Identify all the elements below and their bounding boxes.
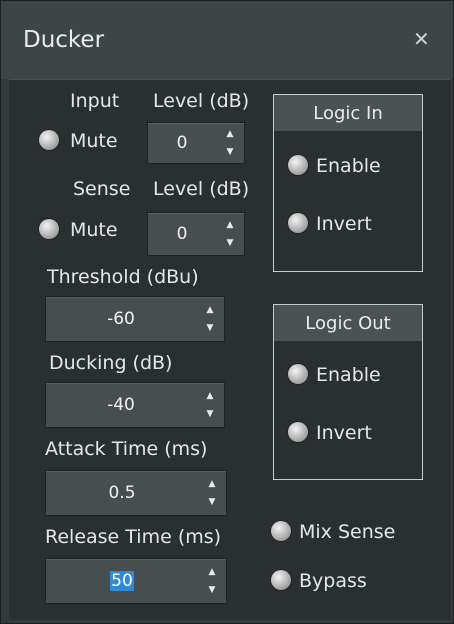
release-time-spinbox[interactable]: 50 ▲ ▼	[45, 558, 227, 604]
spin-arrows: ▲ ▼	[202, 297, 218, 341]
decrement-arrow-icon[interactable]: ▼	[204, 495, 220, 509]
release-time-selected-text[interactable]: 50	[110, 571, 134, 591]
sense-mute-led[interactable]	[39, 219, 59, 239]
logic-out-enable-label: Enable	[316, 364, 381, 386]
logic-out-invert-label: Invert	[316, 422, 372, 444]
input-level-spinbox[interactable]: 0 ▲ ▼	[147, 122, 245, 164]
logic-in-enable-label: Enable	[316, 155, 381, 177]
logic-out-enable-led[interactable]	[288, 364, 308, 384]
title-bar[interactable]: Ducker ✕	[1, 1, 453, 79]
increment-arrow-icon[interactable]: ▲	[222, 218, 238, 232]
release-time-value[interactable]: 50	[46, 559, 198, 603]
input-heading: Input	[70, 90, 120, 112]
threshold-value[interactable]: -60	[46, 297, 196, 341]
ducking-label: Ducking (dB)	[49, 352, 173, 374]
logic-in-group: Logic In Enable Invert	[273, 94, 423, 272]
sense-level-label: Level (dB)	[153, 178, 250, 200]
bypass-label: Bypass	[299, 570, 367, 592]
increment-arrow-icon[interactable]: ▲	[202, 389, 218, 403]
attack-time-spinbox[interactable]: 0.5 ▲ ▼	[45, 470, 227, 516]
input-level-value[interactable]: 0	[148, 123, 216, 163]
attack-time-label: Attack Time (ms)	[45, 438, 208, 460]
attack-time-value[interactable]: 0.5	[46, 471, 198, 515]
logic-in-invert-led[interactable]	[288, 213, 308, 233]
logic-out-invert-led[interactable]	[288, 422, 308, 442]
bypass-led[interactable]	[271, 570, 291, 590]
input-level-label: Level (dB)	[153, 90, 250, 112]
decrement-arrow-icon[interactable]: ▼	[222, 236, 238, 250]
increment-arrow-icon[interactable]: ▲	[204, 565, 220, 579]
logic-in-invert-label: Invert	[316, 213, 372, 235]
logic-out-group: Logic Out Enable Invert	[273, 304, 423, 480]
increment-arrow-icon[interactable]: ▲	[204, 477, 220, 491]
mix-sense-label: Mix Sense	[299, 521, 396, 543]
sense-heading: Sense	[73, 178, 131, 200]
increment-arrow-icon[interactable]: ▲	[222, 127, 238, 141]
increment-arrow-icon[interactable]: ▲	[202, 303, 218, 317]
decrement-arrow-icon[interactable]: ▼	[202, 321, 218, 335]
logic-out-title: Logic Out	[274, 305, 422, 341]
ducking-spinbox[interactable]: -40 ▲ ▼	[45, 382, 225, 428]
threshold-spinbox[interactable]: -60 ▲ ▼	[45, 296, 225, 342]
mix-sense-led[interactable]	[271, 521, 291, 541]
threshold-label: Threshold (dBu)	[47, 266, 199, 288]
close-icon[interactable]: ✕	[413, 29, 430, 49]
ducking-value[interactable]: -40	[46, 383, 196, 427]
spin-arrows: ▲ ▼	[204, 559, 220, 603]
decrement-arrow-icon[interactable]: ▼	[222, 145, 238, 159]
decrement-arrow-icon[interactable]: ▼	[202, 407, 218, 421]
sense-level-spinbox[interactable]: 0 ▲ ▼	[147, 212, 245, 256]
release-time-label: Release Time (ms)	[45, 526, 222, 548]
spin-arrows: ▲ ▼	[222, 213, 238, 255]
sense-level-value[interactable]: 0	[148, 213, 216, 255]
logic-in-enable-led[interactable]	[288, 155, 308, 175]
spin-arrows: ▲ ▼	[222, 123, 238, 163]
decrement-arrow-icon[interactable]: ▼	[204, 583, 220, 597]
window-title: Ducker	[23, 27, 105, 53]
spin-arrows: ▲ ▼	[202, 383, 218, 427]
input-mute-led[interactable]	[39, 130, 59, 150]
ducker-window: Ducker ✕ Input Level (dB) Mute 0 ▲ ▼ Sen…	[0, 0, 454, 624]
logic-in-title: Logic In	[274, 95, 422, 131]
sense-mute-label: Mute	[70, 219, 118, 241]
spin-arrows: ▲ ▼	[204, 471, 220, 515]
ducker-panel: Input Level (dB) Mute 0 ▲ ▼ Sense Level …	[9, 79, 451, 620]
input-mute-label: Mute	[70, 130, 118, 152]
